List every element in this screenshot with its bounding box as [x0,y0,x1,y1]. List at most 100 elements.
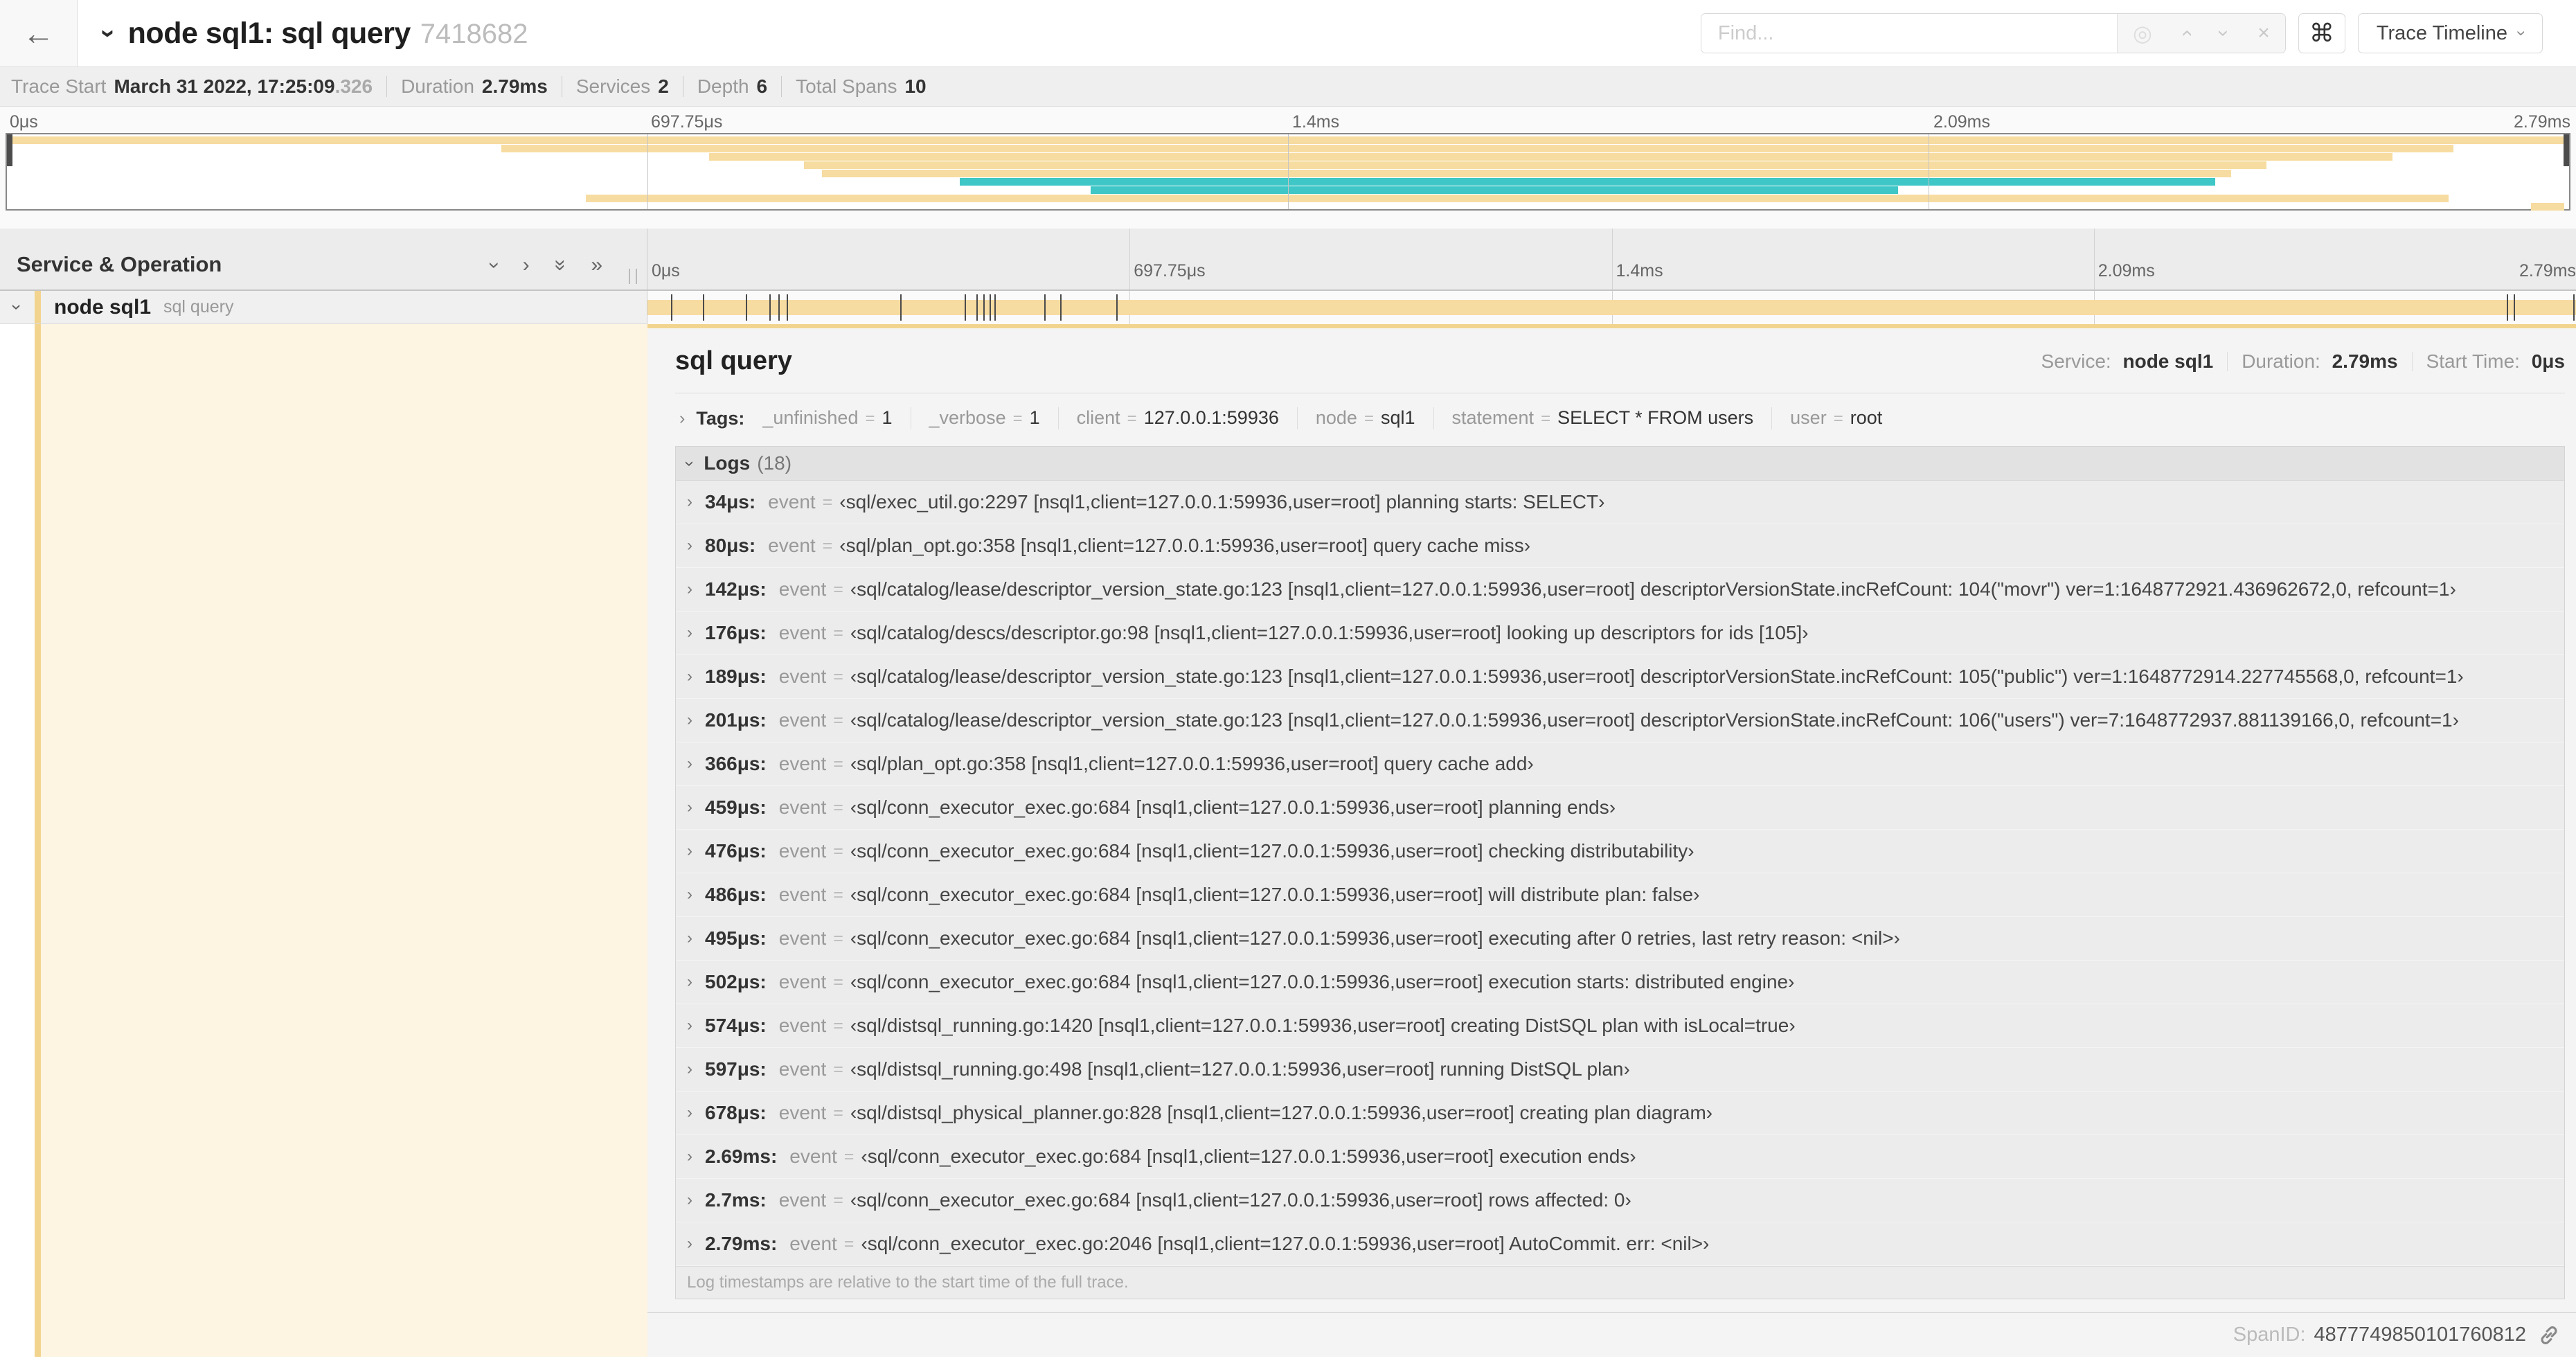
log-entry-row[interactable]: › 502μs: event = ‹sql/conn_executor_exec.go:… [676,961,2564,1004]
log-timestamp: 34μs: [705,491,756,513]
log-chevron-right-icon[interactable]: › [687,536,692,555]
log-chevron-right-icon[interactable]: › [687,929,692,948]
log-chevron-right-icon[interactable]: › [687,1234,692,1254]
log-chevron-right-icon[interactable]: › [687,1103,692,1123]
tag-item[interactable]: user = root [1790,407,1882,429]
minimap-gridline [647,134,648,209]
log-entry-row[interactable]: › 2.7ms: event = ‹sql/conn_executor_exec.go:… [676,1179,2564,1222]
log-entry-row[interactable]: › 678μs: event = ‹sql/distsql_physical_plann… [676,1092,2564,1135]
back-arrow-icon: ← [22,15,55,51]
log-entry-row[interactable]: › 476μs: event = ‹sql/conn_executor_exec.go:… [676,830,2564,873]
tag-separator [1057,407,1059,429]
minimap-span-bar [803,161,2267,169]
log-chevron-right-icon[interactable]: › [687,667,692,686]
log-field-value: ‹sql/conn_executor_exec.go:684 [nsql1,cl… [850,884,1700,905]
span-duration-bar[interactable] [647,300,2576,315]
log-tick-mark [994,294,996,321]
tree-controls: › › » » [483,253,602,277]
log-chevron-right-icon[interactable]: › [687,754,692,774]
logs-chevron-down-icon[interactable]: › [680,461,700,466]
log-chevron-right-icon[interactable]: › [687,492,692,512]
next-match-chevron-down-icon[interactable]: › [2212,30,2235,37]
log-entry-row[interactable]: › 2.69ms: event = ‹sql/conn_executor_exec.go… [676,1135,2564,1179]
tags-chevron-right-icon[interactable]: › [679,409,685,429]
minimap-span-bar [960,178,2216,186]
header-toolbar: ◎ › › × ⌘ Trace Timeline › [1700,13,2543,53]
collapse-one-chevron-down-icon[interactable]: › [483,262,506,269]
collapse-all-double-chevron-down-icon[interactable]: » [548,260,572,271]
log-field-key: event [778,578,827,600]
span-collapse-chevron-icon[interactable]: › [6,304,28,310]
log-chevron-right-icon[interactable]: › [687,711,692,730]
keyboard-shortcuts-button[interactable]: ⌘ [2298,13,2345,53]
log-field-key: event [778,796,827,818]
log-field-value: ‹sql/plan_opt.go:358 [nsql1,client=127.0… [850,753,1534,774]
log-timestamp: 459μs: [705,796,767,818]
log-entry-row[interactable]: › 2.79ms: event = ‹sql/conn_executor_exec.go… [676,1222,2564,1266]
clear-search-close-icon[interactable]: × [2257,21,2270,45]
log-chevron-right-icon[interactable]: › [687,972,692,992]
log-entry-row[interactable]: › 486μs: event = ‹sql/conn_executor_exec.go:… [676,873,2564,917]
log-timestamp: 486μs: [705,884,767,905]
minimap-left-scrubber-handle[interactable] [7,134,12,166]
log-chevron-right-icon[interactable]: › [687,1147,692,1166]
tag-key: _unfinished [762,407,859,428]
span-detail-panel: sql query Service: node sql1 Duration: 2… [647,324,2576,1357]
page-title: node sql1: sql query [127,16,411,50]
log-entry-row[interactable]: › 574μs: event = ‹sql/distsql_running.go:142… [676,1004,2564,1048]
log-entry-row[interactable]: › 201μs: event = ‹sql/catalog/lease/descript… [676,699,2564,742]
log-field-key: event [778,622,827,643]
minimap-canvas[interactable] [6,133,2570,211]
log-entry-row[interactable]: › 459μs: event = ‹sql/conn_executor_exec.go:… [676,786,2564,830]
log-entry-row[interactable]: › 176μs: event = ‹sql/catalog/descs/descript… [676,612,2564,655]
log-chevron-right-icon[interactable]: › [687,798,692,817]
tag-item[interactable]: node = sql1 [1316,407,1415,429]
equals-sign: = [833,1015,843,1035]
tag-separator [1296,407,1298,429]
expand-all-double-chevron-right-icon[interactable]: » [591,253,602,277]
tags-row[interactable]: › Tags: _unfinished = 1 _verbose = 1 client = 12… [675,393,2565,443]
equals-sign: = [833,972,843,992]
log-chevron-right-icon[interactable]: › [687,1060,692,1079]
tag-item[interactable]: _verbose = 1 [929,407,1040,429]
link-icon[interactable] [2537,1324,2561,1347]
tags-list: _unfinished = 1 _verbose = 1 client = 127.0.0.1:… [762,407,1882,429]
back-button[interactable]: ← [0,0,78,66]
log-chevron-right-icon[interactable]: › [687,885,692,905]
log-entry-row[interactable]: › 34μs: event = ‹sql/exec_util.go:2297 [nsql… [676,481,2564,524]
tag-item[interactable]: _unfinished = 1 [762,407,892,429]
span-tree-item[interactable]: › node sql1 sql query [0,291,647,324]
minimap-right-scrubber-handle[interactable] [2564,134,2569,166]
log-entry-row[interactable]: › 142μs: event = ‹sql/catalog/lease/descript… [676,568,2564,612]
column-resizer-grip[interactable] [629,269,637,284]
log-entry-row[interactable]: › 366μs: event = ‹sql/plan_opt.go:358 [nsql1… [676,742,2564,786]
log-chevron-right-icon[interactable]: › [687,841,692,861]
log-field-key: event [778,1058,827,1080]
log-field-value: ‹sql/distsql_running.go:1420 [nsql1,clie… [850,1015,1796,1036]
equals-sign: = [1541,409,1551,428]
timeline-grid-header: Service & Operation › › » » 0μs 697.75μs 1… [0,229,2576,291]
collapse-title-chevron-icon[interactable]: › [93,29,123,38]
span-detail-title: sql query [675,346,792,375]
expand-one-chevron-right-icon[interactable]: › [523,253,530,277]
tag-key: user [1790,407,1827,428]
log-chevron-right-icon[interactable]: › [687,1191,692,1210]
log-entry-row[interactable]: › 80μs: event = ‹sql/plan_opt.go:358 [nsql1,… [676,524,2564,568]
log-chevron-right-icon[interactable]: › [687,623,692,643]
tag-item[interactable]: client = 127.0.0.1:59936 [1077,407,1279,429]
log-chevron-right-icon[interactable]: › [687,580,692,599]
tag-item[interactable]: statement = SELECT * FROM users [1452,407,1754,429]
log-entry-row[interactable]: › 189μs: event = ‹sql/catalog/lease/descript… [676,655,2564,699]
log-chevron-right-icon[interactable]: › [687,1016,692,1035]
logs-header[interactable]: › Logs (18) [676,447,2564,481]
equals-sign: = [865,409,875,428]
log-entry-row[interactable]: › 597μs: event = ‹sql/distsql_running.go:498… [676,1048,2564,1092]
focus-match-icon[interactable]: ◎ [2133,20,2152,46]
equals-sign: = [1833,409,1843,428]
trace-id: 7418682 [420,18,528,49]
log-field-value: ‹sql/conn_executor_exec.go:684 [nsql1,cl… [850,796,1616,818]
log-entry-row[interactable]: › 495μs: event = ‹sql/conn_executor_exec.go:… [676,917,2564,961]
view-selector-button[interactable]: Trace Timeline › [2357,13,2543,53]
find-input[interactable] [1701,14,2117,53]
prev-match-chevron-up-icon[interactable]: › [2174,30,2198,37]
